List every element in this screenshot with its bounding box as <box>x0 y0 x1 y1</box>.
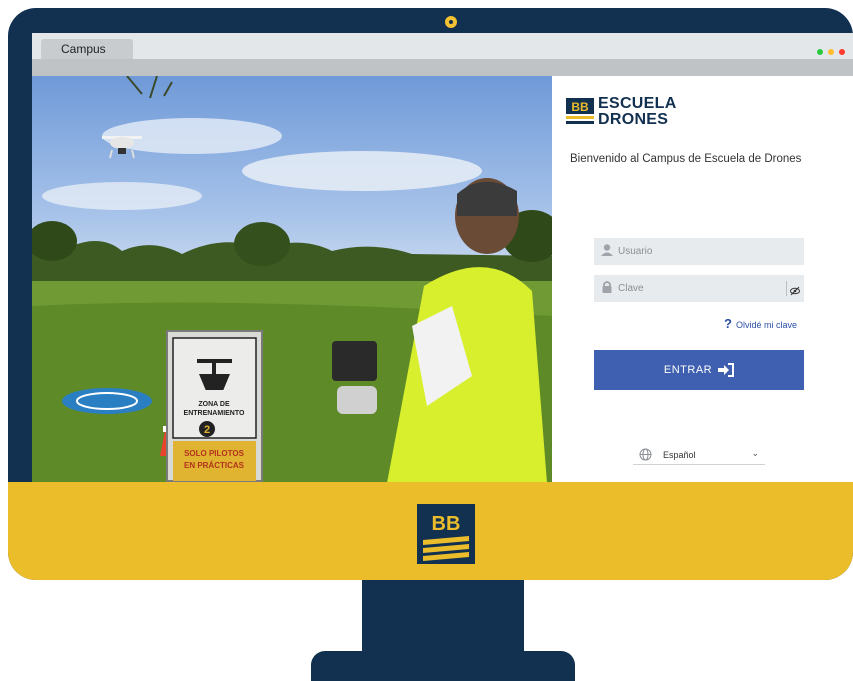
close-dot[interactable] <box>839 49 845 55</box>
enter-button[interactable]: ENTRAR <box>594 350 804 390</box>
hero-photo: ZONA DE ENTRENAMIENTO 2 SOLO PILOTOS EN … <box>32 76 552 483</box>
svg-text:BB: BB <box>571 100 589 114</box>
password-field <box>594 275 804 302</box>
password-input[interactable] <box>618 275 778 302</box>
login-panel: BB ESCUELA DRONES Bienvenido al Campus d… <box>552 76 853 483</box>
chevron-down-icon: ⌄ <box>751 448 759 458</box>
svg-text:BB: BB <box>432 513 461 535</box>
field-divider <box>786 281 787 296</box>
address-bar[interactable] <box>32 59 853 76</box>
show-password-eye-icon[interactable] <box>790 283 800 301</box>
sign-in-icon <box>718 363 735 377</box>
forgot-password-label: Olvidé mi clave <box>735 320 797 330</box>
brand-logo-icon: BB <box>566 98 594 124</box>
language-label: Español <box>663 450 696 460</box>
window-controls <box>812 42 845 60</box>
brand-line1: ESCUELA <box>598 95 677 112</box>
browser-tab[interactable]: Campus <box>41 39 133 59</box>
monitor-base-bezel: BB <box>8 482 853 580</box>
globe-icon <box>639 448 652 463</box>
lock-icon <box>600 280 614 299</box>
escuela-drones-logo-icon: BB <box>417 504 475 564</box>
minimize-dot[interactable] <box>828 49 834 55</box>
brand-logo: BB <box>566 98 594 131</box>
username-field <box>594 238 804 265</box>
sign-line2: ENTRENAMIENTO <box>184 410 245 417</box>
enter-button-label: ENTRAR <box>663 364 713 376</box>
sign-footer1: SOLO PILOTOS <box>184 449 245 458</box>
welcome-text: Bienvenido al Campus de Escuela de Drone… <box>570 153 802 165</box>
tab-label: Campus <box>61 42 106 56</box>
sign-line1: ZONA DE <box>198 401 230 408</box>
webcam-icon <box>445 16 457 28</box>
username-input[interactable] <box>618 238 778 265</box>
screen: Campus ZONA DE ENTRENAMIENTO 2 SOLO PILO… <box>32 33 853 483</box>
user-icon <box>600 243 614 262</box>
browser-tab-bar: Campus <box>32 33 853 59</box>
training-field-photo: ZONA DE ENTRENAMIENTO 2 SOLO PILOTOS EN … <box>32 76 552 483</box>
brand-line2: DRONES <box>598 111 669 128</box>
sign-footer2: EN PRÁCTICAS <box>184 461 245 470</box>
language-select[interactable]: Español ⌄ <box>633 445 765 465</box>
maximize-dot[interactable] <box>817 49 823 55</box>
brand-name: ESCUELA DRONES <box>598 96 677 128</box>
base-logo: BB <box>417 504 475 569</box>
sign-number: 2 <box>204 424 210 436</box>
monitor-stand-neck <box>362 580 524 652</box>
monitor-stand-foot <box>311 651 575 681</box>
question-mark-icon: ? <box>724 316 732 331</box>
forgot-password-link[interactable]: ? Olvidé mi clave <box>724 316 797 331</box>
